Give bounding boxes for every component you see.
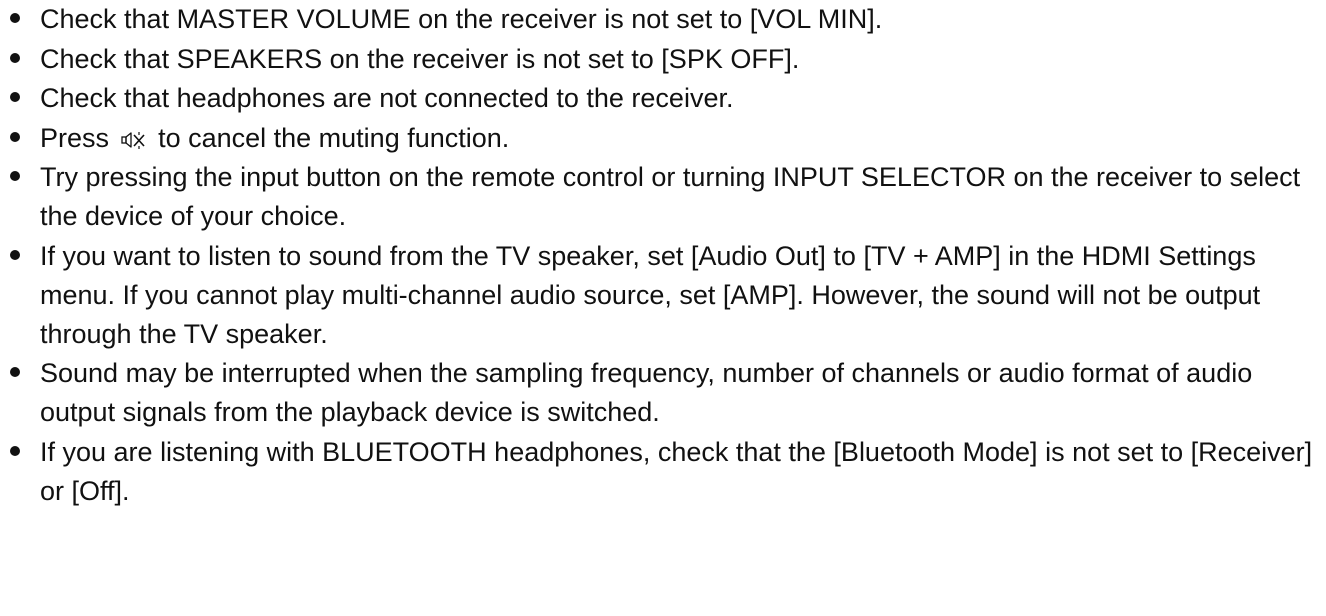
list-item-text-after-icon: to cancel the muting function. [158, 122, 510, 153]
bullet-icon [10, 52, 20, 63]
list-item: Check that MASTER VOLUME on the receiver… [0, 0, 1326, 39]
bullet-icon [10, 13, 20, 23]
list-item-text-before-icon: Press [40, 122, 110, 153]
list-item-text: Sound may be interrupted when the sampli… [40, 358, 1253, 427]
bullet-icon [10, 92, 20, 102]
bullet-icon [10, 249, 20, 260]
list-item-text: Check that SPEAKERS on the receiver is n… [40, 43, 800, 74]
list-item-text: Check that headphones are not connected … [40, 83, 734, 113]
list-item: Check that SPEAKERS on the receiver is n… [0, 40, 1326, 79]
bullet-icon [10, 367, 20, 377]
bullet-icon [10, 131, 20, 142]
list-item-text: If you want to listen to sound from the … [40, 240, 1261, 349]
bullet-icon [10, 171, 20, 181]
list-item: Press to cancel the muting function. [0, 119, 1326, 158]
bullet-icon [10, 445, 20, 456]
troubleshooting-list: Check that MASTER VOLUME on the receiver… [0, 0, 1326, 511]
list-item: Check that headphones are not connected … [0, 79, 1326, 118]
list-item: If you want to listen to sound from the … [0, 237, 1326, 354]
mute-icon [120, 130, 147, 150]
list-item: Sound may be interrupted when the sampli… [0, 354, 1326, 432]
list-item: Try pressing the input button on the rem… [0, 158, 1326, 236]
list-item-text: If you are listening with BLUETOOTH head… [40, 436, 1313, 506]
list-item-text: Try pressing the input button on the rem… [40, 162, 1301, 231]
list-item: If you are listening with BLUETOOTH head… [0, 433, 1326, 511]
list-item-text: Check that MASTER VOLUME on the receiver… [40, 4, 883, 34]
